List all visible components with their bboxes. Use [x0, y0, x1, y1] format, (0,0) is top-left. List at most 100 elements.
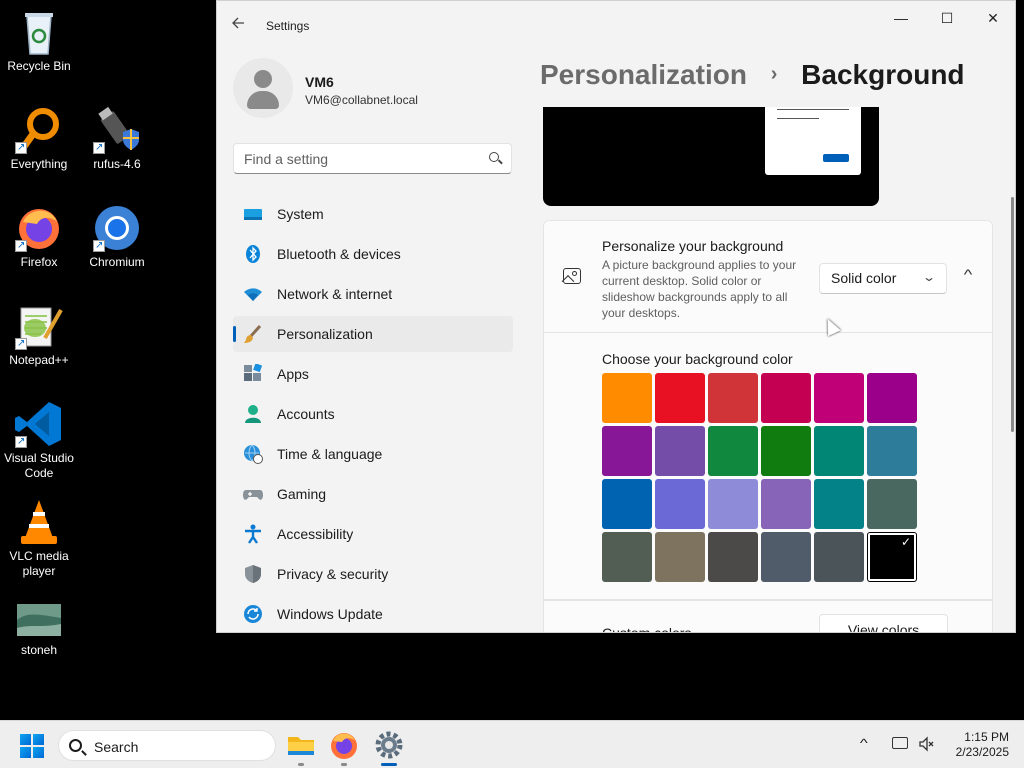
shortcut-arrow-icon	[15, 238, 27, 253]
color-swatch[interactable]	[814, 373, 864, 423]
color-swatch[interactable]	[655, 532, 705, 582]
card-description: A picture background applies to your cur…	[602, 258, 797, 320]
title-bar[interactable]: Settings — ☐ ✕	[217, 1, 1015, 49]
chromium-icon	[93, 204, 141, 253]
taskbar-file-explorer[interactable]	[285, 729, 317, 766]
desktop-icon-firefox[interactable]: Firefox	[0, 204, 78, 270]
desktop-icon-recycle-bin[interactable]: Recycle Bin	[0, 8, 78, 74]
preview-window-shape	[765, 107, 861, 175]
network-monitor-icon[interactable]	[892, 737, 908, 749]
color-swatch[interactable]	[761, 426, 811, 476]
chevron-up-icon[interactable]: ^	[955, 266, 981, 286]
window-title: Settings	[266, 19, 310, 33]
sidebar-item-bluetooth[interactable]: Bluetooth & devices	[233, 236, 513, 272]
color-swatch[interactable]	[602, 426, 652, 476]
breadcrumb-parent-link[interactable]: Personalization	[540, 59, 747, 90]
taskbar-settings[interactable]	[373, 729, 405, 766]
recycle-bin-icon	[15, 8, 63, 56]
sidebar-nav: System Bluetooth & devices Network & int…	[233, 196, 513, 632]
preview-button-shape	[823, 154, 849, 162]
taskbar-firefox[interactable]	[328, 729, 360, 766]
sidebar-item-system[interactable]: System	[233, 196, 513, 232]
card-title: Personalize your background	[602, 238, 784, 254]
desktop-icon-rufus[interactable]: rufus-4.6	[78, 106, 156, 172]
personalize-background-card: Personalize your background A picture ba…	[543, 220, 993, 333]
preview-text-line	[777, 118, 819, 119]
sidebar-item-accessibility[interactable]: Accessibility	[233, 516, 513, 552]
minimize-button[interactable]: —	[878, 7, 924, 29]
color-swatch[interactable]: ✓	[867, 532, 917, 582]
taskbar-search-box[interactable]: Search	[58, 730, 276, 761]
sidebar-item-privacy-security[interactable]: Privacy & security	[233, 556, 513, 592]
desktop-icon-stoneh[interactable]: stoneh	[0, 600, 78, 658]
windows-start-icon[interactable]	[20, 734, 44, 758]
color-swatch[interactable]	[708, 479, 758, 529]
color-swatch[interactable]	[867, 373, 917, 423]
custom-colors-card: Custom colors View colors	[543, 600, 993, 633]
color-swatch[interactable]	[761, 373, 811, 423]
color-swatch[interactable]	[761, 532, 811, 582]
volume-muted-icon[interactable]	[918, 736, 934, 752]
color-swatch[interactable]	[761, 479, 811, 529]
color-swatch[interactable]	[708, 373, 758, 423]
system-clock[interactable]: 1:15 PM 2/23/2025	[945, 730, 1009, 760]
back-arrow-icon[interactable]	[231, 16, 251, 36]
desktop-icon-notepad-plus-plus[interactable]: Notepad++	[0, 302, 78, 368]
settings-window: Settings — ☐ ✕ VM6 VM6@collabnet.local S…	[216, 0, 1016, 633]
color-swatch[interactable]	[655, 426, 705, 476]
color-swatch[interactable]	[708, 426, 758, 476]
desktop-icon-chromium[interactable]: Chromium	[78, 204, 156, 270]
dropdown-value: Solid color	[831, 270, 897, 286]
search-icon[interactable]	[489, 152, 499, 162]
color-swatch[interactable]	[602, 479, 652, 529]
user-avatar[interactable]	[233, 58, 293, 118]
desktop-icon-vscode[interactable]: Visual Studio Code	[0, 400, 78, 481]
color-swatch[interactable]	[814, 426, 864, 476]
desktop-icon-vlc[interactable]: VLC media player	[0, 498, 78, 579]
color-swatch[interactable]	[655, 479, 705, 529]
sidebar-item-personalization[interactable]: Personalization	[233, 316, 513, 352]
active-indicator	[381, 763, 397, 766]
sidebar-item-accounts[interactable]: Accounts	[233, 396, 513, 432]
file-explorer-icon	[288, 737, 314, 755]
color-swatch[interactable]	[814, 479, 864, 529]
update-icon	[243, 604, 263, 624]
view-colors-button[interactable]: View colors	[819, 614, 948, 632]
tray-chevron-up-icon[interactable]: ^	[860, 736, 868, 750]
sidebar-item-network[interactable]: Network & internet	[233, 276, 513, 312]
user-name: VM6	[305, 74, 334, 90]
custom-colors-label: Custom colors	[602, 625, 692, 633]
colors-title: Choose your background color	[602, 351, 793, 367]
sidebar-item-time-language[interactable]: Time & language	[233, 436, 513, 472]
firefox-icon	[331, 733, 357, 759]
settings-search-input[interactable]	[234, 144, 474, 173]
settings-search[interactable]	[233, 143, 512, 174]
sidebar-item-windows-update[interactable]: Windows Update	[233, 596, 513, 632]
notepad-plus-plus-icon	[15, 302, 63, 351]
shortcut-arrow-icon	[15, 434, 27, 449]
color-swatch[interactable]	[602, 373, 652, 423]
usb-drive-icon	[93, 106, 141, 155]
color-swatch[interactable]	[867, 479, 917, 529]
sidebar-item-apps[interactable]: Apps	[233, 356, 513, 392]
content-area: Personalize your background A picture ba…	[541, 107, 1001, 633]
color-swatch[interactable]	[655, 373, 705, 423]
chevron-down-icon: ⌄	[921, 270, 937, 284]
color-swatch[interactable]	[708, 532, 758, 582]
avatar-body-shape	[247, 91, 279, 109]
search-icon	[69, 739, 82, 752]
system-display-icon	[243, 204, 263, 224]
bluetooth-icon	[243, 244, 263, 264]
desktop-preview	[543, 107, 879, 206]
shield-icon	[243, 564, 263, 584]
color-swatch[interactable]	[814, 532, 864, 582]
sidebar-item-gaming[interactable]: Gaming	[233, 476, 513, 512]
color-swatch[interactable]	[602, 532, 652, 582]
close-button[interactable]: ✕	[970, 7, 1015, 29]
maximize-button[interactable]: ☐	[924, 7, 970, 29]
content-scrollbar[interactable]	[1011, 197, 1014, 432]
user-email: VM6@collabnet.local	[305, 93, 418, 107]
background-type-dropdown[interactable]: Solid color ⌄	[819, 263, 947, 294]
desktop-icon-everything[interactable]: Everything	[0, 106, 78, 172]
color-swatch[interactable]	[867, 426, 917, 476]
